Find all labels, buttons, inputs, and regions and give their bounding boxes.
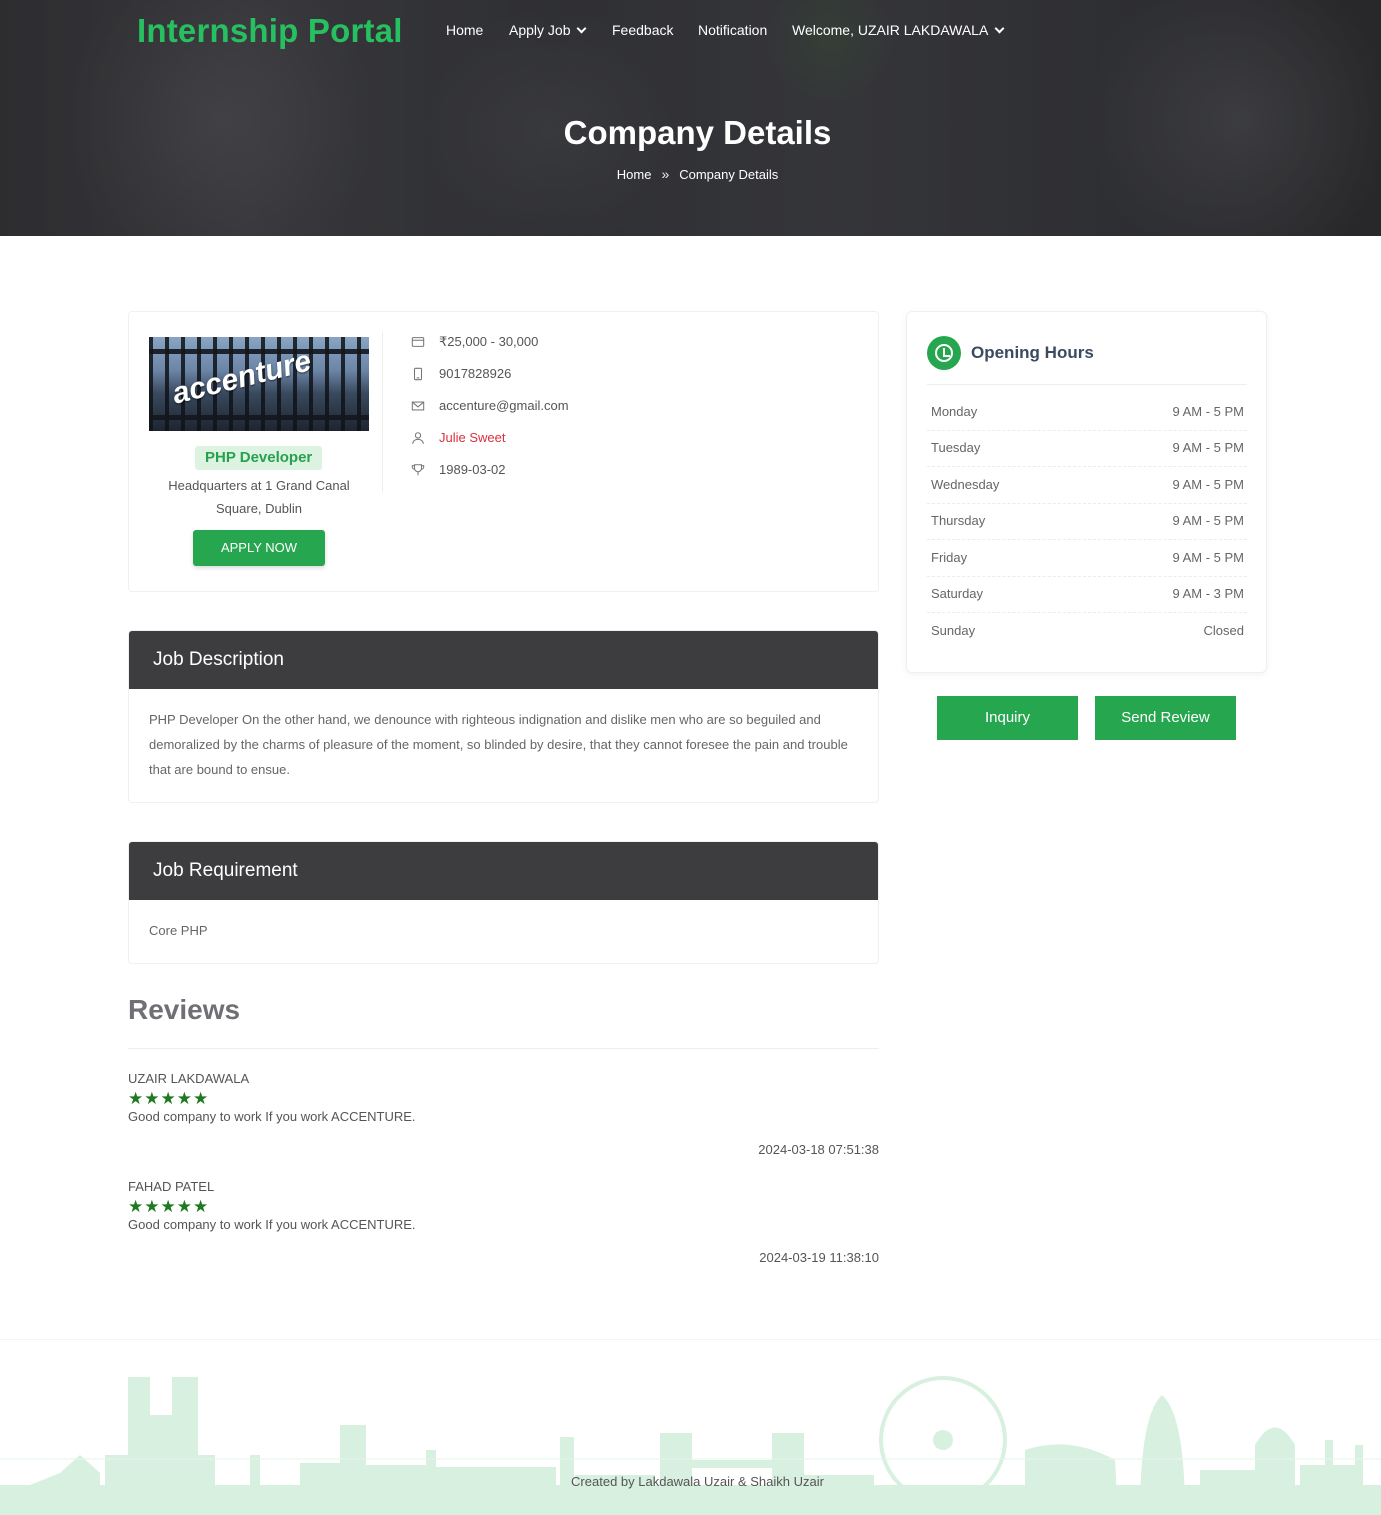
breadcrumb-current: Company Details <box>679 166 779 182</box>
salary-row: ₹25,000 - 30,000 <box>411 334 538 350</box>
email-row: accenture@gmail.com <box>411 398 569 413</box>
breadcrumb: Home » Company Details <box>0 166 1381 182</box>
hours-time: Closed <box>1203 623 1244 638</box>
hours-day: Saturday <box>931 586 984 601</box>
phone-icon <box>413 367 423 380</box>
logo-building-beam <box>149 349 369 354</box>
role-badge: PHP Developer <box>195 446 323 470</box>
divider <box>927 384 1247 385</box>
hours-time: 9 AM - 5 PM <box>1172 550 1244 565</box>
hours-day: Monday <box>931 404 978 419</box>
divider <box>927 576 1247 577</box>
hours-time: 9 AM - 5 PM <box>1172 477 1244 492</box>
company-card: accenture PHP Developer Headquarters at … <box>128 311 879 592</box>
breadcrumb-home[interactable]: Home <box>617 167 652 182</box>
hours-row-sunday: Sunday Closed <box>931 623 1244 638</box>
chevron-down-icon <box>577 23 587 33</box>
divider <box>382 332 383 492</box>
hours-row-saturday: Saturday 9 AM - 3 PM <box>931 586 1244 601</box>
star-rating-icon: ★★★★★ <box>128 1197 210 1216</box>
phone-value: 9017828926 <box>439 366 512 381</box>
nav-notification-label: Notification <box>698 22 768 38</box>
divider <box>927 466 1247 467</box>
job-requirement-panel: Job Requirement Core PHP <box>128 841 879 964</box>
review-date: 2024-03-19 11:38:10 <box>759 1250 879 1265</box>
review-text: Good company to work If you work ACCENTU… <box>128 1109 416 1124</box>
nav-home-label: Home <box>446 22 484 38</box>
brand-logo[interactable]: Internship Portal <box>137 12 403 50</box>
nav-apply-job[interactable]: Apply Job <box>509 22 587 38</box>
star-rating-icon: ★★★★★ <box>128 1089 210 1108</box>
double-chevron-right-icon: » <box>661 166 670 182</box>
hours-row-wednesday: Wednesday 9 AM - 5 PM <box>931 477 1244 492</box>
hours-time: 9 AM - 3 PM <box>1172 586 1244 601</box>
nav-home[interactable]: Home <box>446 22 483 38</box>
divider <box>927 612 1247 613</box>
trophy-icon <box>411 463 425 475</box>
hours-day: Friday <box>931 550 968 565</box>
contact-row: Julie Sweet <box>411 430 505 445</box>
job-requirement-text: Core PHP <box>149 923 208 938</box>
city-skyline-illustration <box>0 1376 1381 1515</box>
hours-day: Tuesday <box>931 440 981 455</box>
nav-feedback[interactable]: Feedback <box>612 22 673 38</box>
hours-row-monday: Monday 9 AM - 5 PM <box>931 404 1244 419</box>
hours-time: 9 AM - 5 PM <box>1172 440 1244 455</box>
page-title: Company Details <box>563 114 832 151</box>
user-icon <box>412 431 424 444</box>
review-text: Good company to work If you work ACCENTU… <box>128 1217 416 1232</box>
hours-row-thursday: Thursday 9 AM - 5 PM <box>931 513 1244 528</box>
hours-day: Wednesday <box>931 477 1000 492</box>
send-review-button[interactable]: Send Review <box>1095 696 1236 740</box>
date-value: 1989-03-02 <box>439 462 506 477</box>
email-value: accenture@gmail.com <box>439 398 569 413</box>
nav-feedback-label: Feedback <box>612 22 674 38</box>
job-requirement-title: Job Requirement <box>129 842 878 900</box>
salary-value: ₹25,000 - 30,000 <box>439 334 539 349</box>
divider <box>927 539 1247 540</box>
nav-apply-job-label: Apply Job <box>509 22 571 38</box>
divider <box>927 430 1247 431</box>
hours-row-friday: Friday 9 AM - 5 PM <box>931 550 1244 565</box>
nav-user-label: Welcome, UZAIR LAKDAWALA <box>792 22 989 38</box>
hours-day: Thursday <box>931 513 986 528</box>
reviewer-name: FAHAD PATEL <box>128 1179 215 1194</box>
hours-time: 9 AM - 5 PM <box>1172 513 1244 528</box>
review-item: UZAIR LAKDAWALA ★★★★★ Good company to wo… <box>128 1071 879 1157</box>
footer: Created by Lakdawala Uzair & Shaikh Uzai… <box>0 1339 1381 1515</box>
credit-card-icon <box>411 337 425 347</box>
contact-person-value: Julie Sweet <box>439 430 506 445</box>
clock-icon <box>927 336 961 370</box>
company-logo: accenture <box>149 337 369 431</box>
job-description-title: Job Description <box>129 631 878 689</box>
opening-hours-card: Opening Hours Monday 9 AM - 5 PM Tuesday… <box>906 311 1267 673</box>
review-item: FAHAD PATEL ★★★★★ Good company to work I… <box>128 1179 879 1265</box>
company-address: Headquarters at 1 Grand Canal Square, Du… <box>168 478 350 516</box>
job-description-panel: Job Description PHP Developer On the oth… <box>128 630 879 803</box>
apply-now-button[interactable]: APPLY NOW <box>193 530 325 566</box>
review-date: 2024-03-18 07:51:38 <box>758 1142 879 1157</box>
date-row: 1989-03-02 <box>411 462 506 477</box>
phone-row: 9017828926 <box>411 366 511 381</box>
reviewer-name: UZAIR LAKDAWALA <box>128 1071 250 1086</box>
chevron-down-icon <box>994 23 1005 33</box>
inquiry-button[interactable]: Inquiry <box>937 696 1078 740</box>
footer-credit: Created by Lakdawala Uzair & Shaikh Uzai… <box>571 1474 824 1489</box>
hours-row-tuesday: Tuesday 9 AM - 5 PM <box>931 440 1244 455</box>
hours-day: Sunday <box>931 623 976 638</box>
nav-notification[interactable]: Notification <box>698 22 767 38</box>
envelope-icon <box>411 401 425 410</box>
divider <box>927 503 1247 504</box>
job-description-text: PHP Developer On the other hand, we deno… <box>149 712 848 777</box>
reviews-title: Reviews <box>128 994 241 1025</box>
hero-banner: Internship Portal Home Apply Job Feedbac… <box>0 0 1381 236</box>
logo-building-beam <box>149 415 369 420</box>
opening-hours-title: Opening Hours <box>971 343 1094 362</box>
nav-user-menu[interactable]: Welcome, UZAIR LAKDAWALA <box>792 22 1005 38</box>
divider <box>128 1048 879 1049</box>
hours-time: 9 AM - 5 PM <box>1172 404 1244 419</box>
opening-hours-header: Opening Hours <box>927 336 1094 370</box>
